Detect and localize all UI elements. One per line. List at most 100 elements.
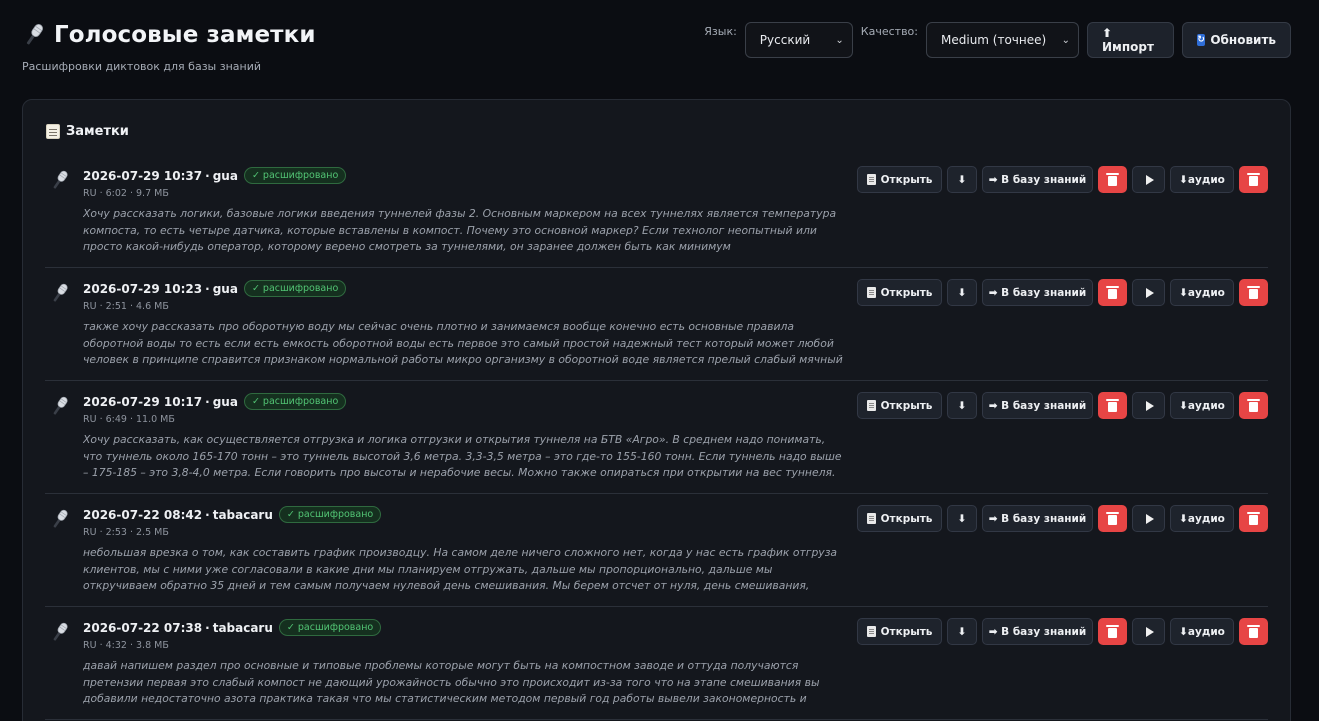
play-icon bbox=[1145, 513, 1154, 524]
delete-audio-button[interactable] bbox=[1239, 279, 1268, 306]
status-badge: ✓ расшифровано bbox=[243, 393, 347, 410]
play-button[interactable] bbox=[1132, 166, 1165, 193]
trash-icon bbox=[1106, 172, 1119, 186]
note-meta: RU · 4:32 · 3.8 МБ bbox=[83, 640, 169, 651]
open-button[interactable]: Открыть bbox=[857, 279, 942, 306]
app-header: Голосовые заметки Расшифровки диктовок д… bbox=[22, 22, 316, 73]
open-button-label: Открыть bbox=[880, 286, 933, 299]
download-audio-label: ⬇аудио bbox=[1179, 625, 1225, 638]
note-date: 2026-07-29 10:23 bbox=[83, 281, 203, 296]
note-meta: RU · 6:49 · 11.0 МБ bbox=[83, 414, 175, 425]
play-icon bbox=[1145, 174, 1154, 185]
microphone-icon bbox=[53, 509, 68, 528]
download-icon: ⬇ bbox=[957, 625, 967, 638]
page-title: Голосовые заметки bbox=[54, 22, 316, 48]
status-badge: ✓ расшифровано bbox=[278, 619, 382, 636]
download-audio-label: ⬇аудио bbox=[1179, 399, 1225, 412]
note-actions: Открыть ⬇ ➡ В базу знаний ⬇аудио bbox=[852, 505, 1268, 532]
to-knowledge-base-button[interactable]: ➡ В базу знаний bbox=[982, 505, 1093, 532]
notes-list: 2026-07-29 10:37 · gua ✓ расшифровано RU… bbox=[23, 155, 1290, 720]
trash-icon bbox=[1247, 285, 1260, 299]
play-button[interactable] bbox=[1132, 392, 1165, 419]
note-author: gua bbox=[212, 394, 238, 409]
status-badge: ✓ расшифровано bbox=[278, 506, 382, 523]
to-knowledge-base-label: ➡ В базу знаний bbox=[988, 286, 1087, 299]
note-row: 2026-07-29 10:23 · gua ✓ расшифровано RU… bbox=[45, 268, 1268, 381]
download-audio-label: ⬇аудио bbox=[1179, 512, 1225, 525]
microphone-icon bbox=[53, 396, 68, 415]
open-button[interactable]: Открыть bbox=[857, 166, 942, 193]
trash-icon bbox=[1106, 285, 1119, 299]
download-icon: ⬇ bbox=[957, 399, 967, 412]
document-icon bbox=[866, 287, 876, 298]
memo-icon bbox=[46, 124, 60, 139]
status-badge: ✓ расшифровано bbox=[243, 280, 347, 297]
download-button[interactable]: ⬇ bbox=[947, 279, 977, 306]
open-button[interactable]: Открыть bbox=[857, 392, 942, 419]
open-button[interactable]: Открыть bbox=[857, 618, 942, 645]
delete-audio-button[interactable] bbox=[1239, 505, 1268, 532]
download-button[interactable]: ⬇ bbox=[947, 392, 977, 419]
to-knowledge-base-button[interactable]: ➡ В базу знаний bbox=[982, 618, 1093, 645]
download-button[interactable]: ⬇ bbox=[947, 505, 977, 532]
delete-transcript-button[interactable] bbox=[1098, 618, 1127, 645]
to-knowledge-base-label: ➡ В базу знаний bbox=[988, 399, 1087, 412]
download-icon: ⬇ bbox=[957, 512, 967, 525]
status-badge: ✓ расшифровано bbox=[243, 167, 347, 184]
refresh-button[interactable]: ↻ Обновить bbox=[1182, 22, 1291, 58]
import-button-label: ⬆ Импорт bbox=[1102, 26, 1154, 54]
trash-icon bbox=[1106, 398, 1119, 412]
note-date: 2026-07-29 10:37 bbox=[83, 168, 203, 183]
notes-panel: Заметки 2026-07-29 10:37 · gua ✓ расшифр… bbox=[22, 99, 1291, 721]
document-icon bbox=[866, 626, 876, 637]
delete-audio-button[interactable] bbox=[1239, 166, 1268, 193]
separator-dot: · bbox=[205, 620, 210, 635]
delete-transcript-button[interactable] bbox=[1098, 505, 1127, 532]
download-button[interactable]: ⬇ bbox=[947, 618, 977, 645]
delete-audio-button[interactable] bbox=[1239, 392, 1268, 419]
play-button[interactable] bbox=[1132, 279, 1165, 306]
open-button[interactable]: Открыть bbox=[857, 505, 942, 532]
note-excerpt: небольшая врезка о том, как составить гр… bbox=[83, 546, 838, 592]
note-date: 2026-07-29 10:17 bbox=[83, 394, 203, 409]
delete-transcript-button[interactable] bbox=[1098, 279, 1127, 306]
to-knowledge-base-button[interactable]: ➡ В базу знаний bbox=[982, 392, 1093, 419]
play-icon bbox=[1145, 400, 1154, 411]
download-audio-button[interactable]: ⬇аудио bbox=[1170, 505, 1234, 532]
note-actions: Открыть ⬇ ➡ В базу знаний ⬇аудио bbox=[852, 618, 1268, 645]
note-row: 2026-07-29 10:17 · gua ✓ расшифровано RU… bbox=[45, 381, 1268, 494]
play-button[interactable] bbox=[1132, 618, 1165, 645]
open-button-label: Открыть bbox=[880, 512, 933, 525]
play-button[interactable] bbox=[1132, 505, 1165, 532]
download-audio-label: ⬇аудио bbox=[1179, 286, 1225, 299]
microphone-icon bbox=[53, 170, 68, 189]
note-excerpt: Хочу рассказать, как осуществляется отгр… bbox=[83, 433, 842, 479]
document-icon bbox=[866, 400, 876, 411]
trash-icon bbox=[1106, 511, 1119, 525]
note-actions: Открыть ⬇ ➡ В базу знаний ⬇аудио bbox=[852, 166, 1268, 193]
download-icon: ⬇ bbox=[957, 286, 967, 299]
download-button[interactable]: ⬇ bbox=[947, 166, 977, 193]
delete-audio-button[interactable] bbox=[1239, 618, 1268, 645]
note-row: 2026-07-22 07:38 · tabacaru ✓ расшифрова… bbox=[45, 607, 1268, 720]
language-select[interactable]: Русский ⌄ bbox=[744, 22, 853, 58]
trash-icon bbox=[1247, 398, 1260, 412]
download-audio-button[interactable]: ⬇аудио bbox=[1170, 618, 1234, 645]
to-knowledge-base-button[interactable]: ➡ В базу знаний bbox=[982, 166, 1093, 193]
download-audio-button[interactable]: ⬇аудио bbox=[1170, 392, 1234, 419]
open-button-label: Открыть bbox=[880, 399, 933, 412]
quality-select[interactable]: Medium (точнее) ⌄ bbox=[926, 22, 1079, 58]
download-audio-button[interactable]: ⬇аудио bbox=[1170, 279, 1234, 306]
delete-transcript-button[interactable] bbox=[1098, 392, 1127, 419]
download-audio-button[interactable]: ⬇аудио bbox=[1170, 166, 1234, 193]
note-meta: RU · 6:02 · 9.7 МБ bbox=[83, 188, 169, 199]
delete-transcript-button[interactable] bbox=[1098, 166, 1127, 193]
note-author: tabacaru bbox=[212, 620, 273, 635]
import-button[interactable]: ⬆ Импорт bbox=[1087, 22, 1174, 58]
separator-dot: · bbox=[205, 168, 210, 183]
to-knowledge-base-button[interactable]: ➡ В базу знаний bbox=[982, 279, 1093, 306]
quality-label: Качество: bbox=[860, 25, 918, 38]
note-author: gua bbox=[212, 168, 238, 183]
trash-icon bbox=[1247, 172, 1260, 186]
note-meta: RU · 2:53 · 2.5 МБ bbox=[83, 527, 169, 538]
